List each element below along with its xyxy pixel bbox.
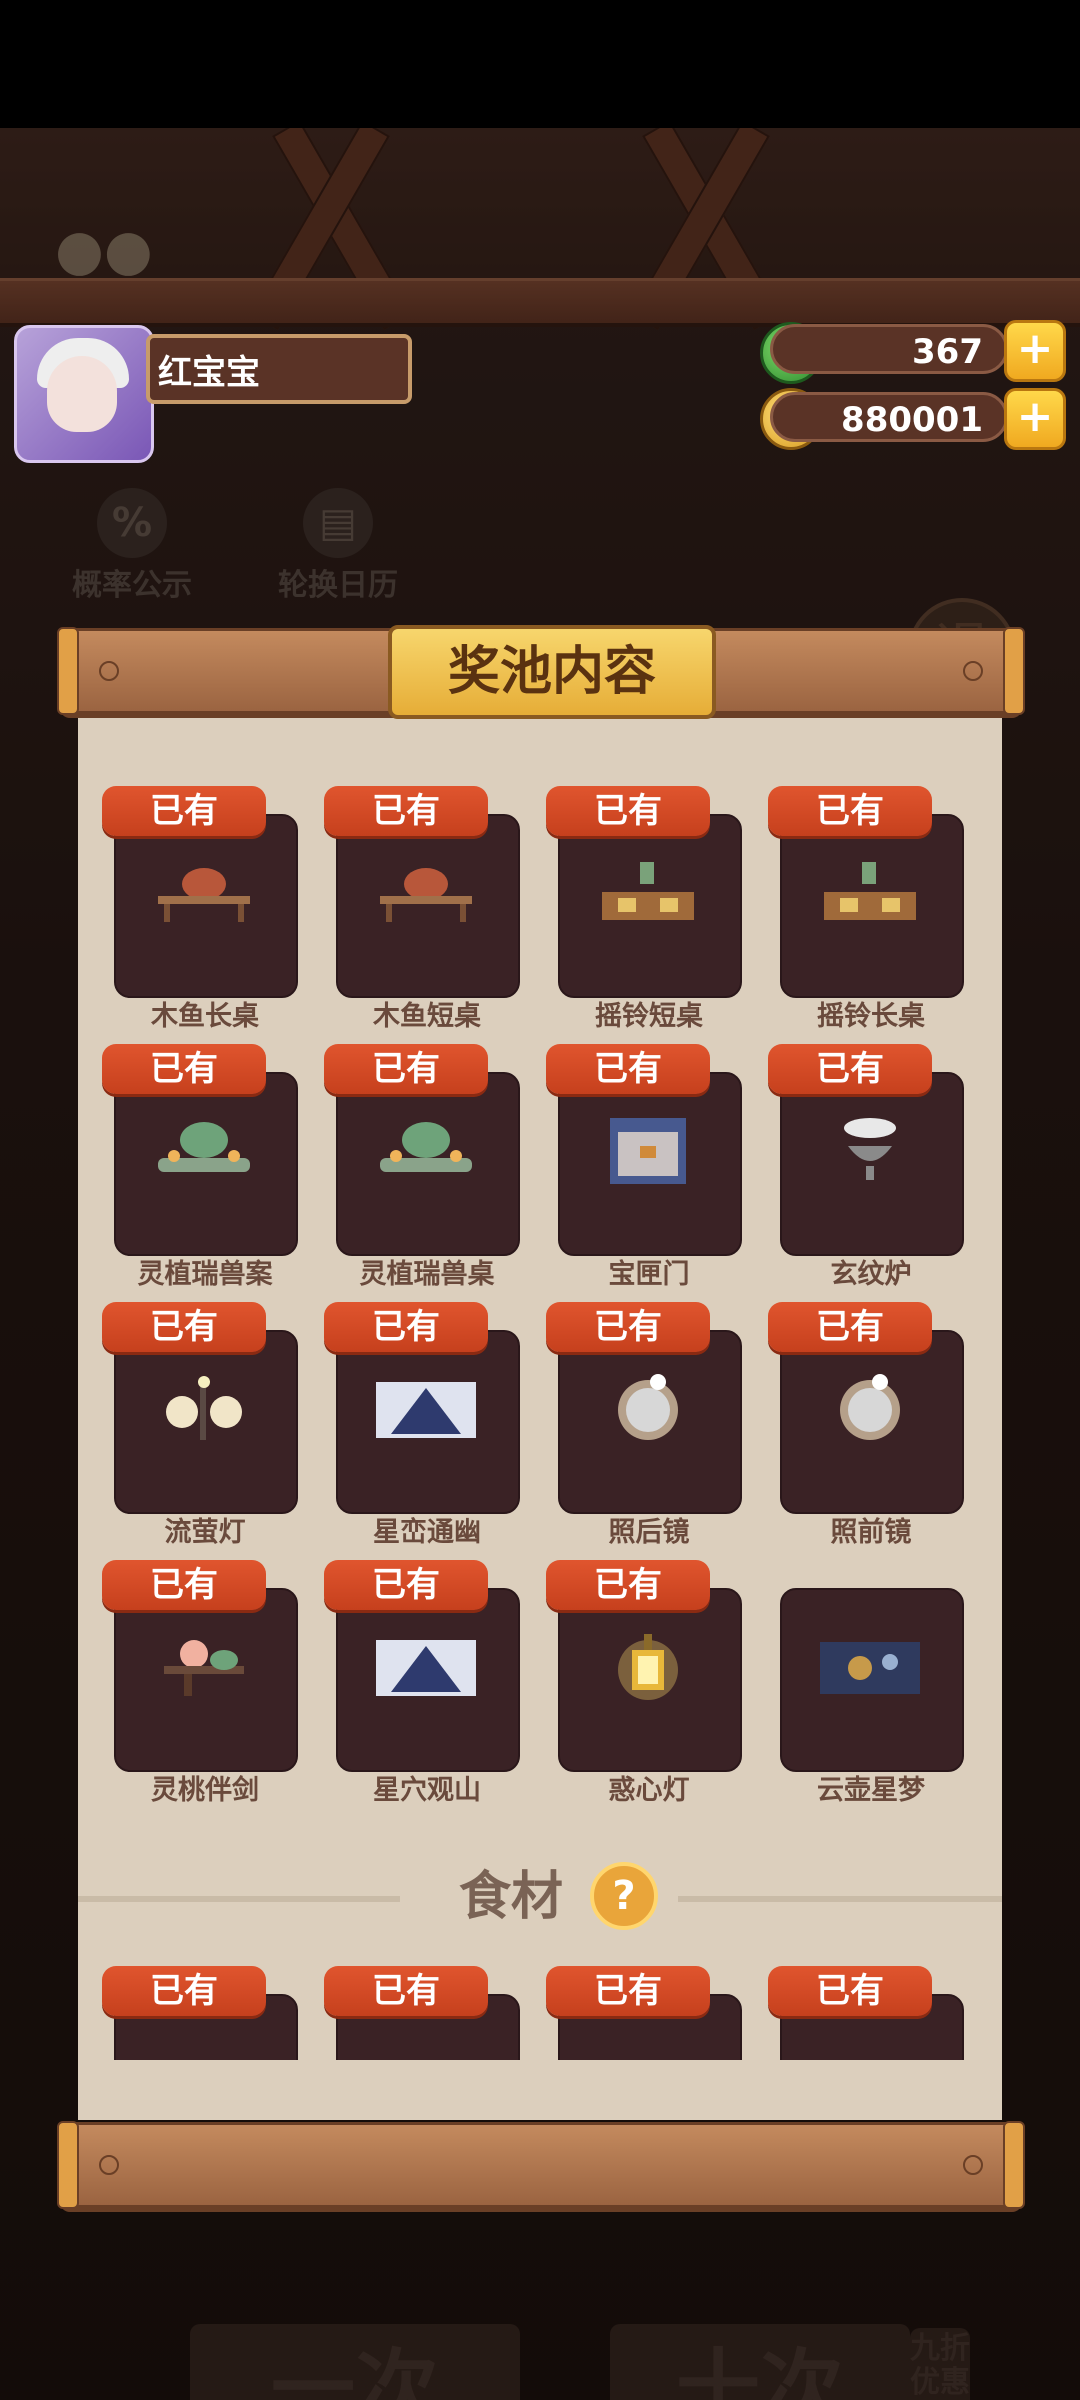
mountain-painting-icon bbox=[376, 1632, 476, 1702]
owned-badge: 已有 bbox=[102, 1966, 266, 2016]
cloud-painting-icon bbox=[820, 1632, 920, 1702]
rod-cap bbox=[1003, 2121, 1025, 2209]
player-name: 红宝宝 bbox=[146, 334, 412, 404]
ingredient-item[interactable]: 已有 bbox=[324, 1960, 520, 2060]
prize-name: 木鱼长桌 bbox=[151, 1001, 259, 1032]
prize-name: 惑心灯 bbox=[608, 1775, 690, 1806]
owned-badge: 已有 bbox=[324, 786, 488, 836]
spirit-beast-table-icon bbox=[154, 1116, 254, 1186]
owned-badge: 已有 bbox=[102, 1560, 266, 1610]
bell-table-icon bbox=[598, 858, 698, 928]
jade-amount: 367 bbox=[770, 324, 1008, 374]
prize-name: 宝匣门 bbox=[608, 1259, 690, 1290]
owned-badge: 已有 bbox=[546, 1302, 710, 1352]
owned-badge: 已有 bbox=[546, 1044, 710, 1094]
prize-name: 灵桃伴剑 bbox=[151, 1775, 259, 1806]
mountain-painting-icon bbox=[376, 1374, 476, 1444]
help-icon[interactable]: ? bbox=[590, 1862, 658, 1930]
rod-nail bbox=[99, 2155, 119, 2175]
peach-sword-icon bbox=[154, 1632, 254, 1702]
player-avatar[interactable] bbox=[14, 325, 154, 463]
rod-cap bbox=[57, 2121, 79, 2209]
prize-name: 灵植瑞兽案 bbox=[137, 1259, 273, 1290]
incense-burner-icon bbox=[820, 1116, 920, 1186]
prize-item[interactable]: 已有照前镜 bbox=[768, 1296, 964, 1548]
ingredient-item[interactable]: 已有 bbox=[768, 1960, 964, 2060]
owned-badge: 已有 bbox=[324, 1302, 488, 1352]
prize-item[interactable]: 已有灵植瑞兽桌 bbox=[324, 1038, 520, 1290]
panel-title: 奖池内容 bbox=[388, 625, 716, 719]
gold-amount: 880001 bbox=[770, 392, 1008, 442]
prize-item[interactable]: 云壶星梦 bbox=[780, 1554, 964, 1806]
owned-badge: 已有 bbox=[768, 1966, 932, 2016]
ingredient-item[interactable]: 已有 bbox=[546, 1960, 742, 2060]
prize-item[interactable]: 已有摇铃长桌 bbox=[768, 780, 964, 1032]
add-gold-button[interactable]: + bbox=[1004, 388, 1066, 450]
owned-badge: 已有 bbox=[324, 1966, 488, 2016]
divider-line bbox=[78, 1896, 400, 1902]
prize-item[interactable]: 已有灵植瑞兽案 bbox=[102, 1038, 298, 1290]
rod-nail bbox=[963, 2155, 983, 2175]
ingredient-item[interactable]: 已有 bbox=[102, 1960, 298, 2060]
mirror-icon bbox=[820, 1374, 920, 1444]
prize-name: 照前镜 bbox=[830, 1517, 912, 1548]
prize-name: 流萤灯 bbox=[164, 1517, 246, 1548]
spirit-beast-table-icon bbox=[376, 1116, 476, 1186]
avatar-face bbox=[47, 356, 117, 432]
prize-name: 玄纹炉 bbox=[830, 1259, 912, 1290]
prize-item[interactable]: 已有星峦通幽 bbox=[324, 1296, 520, 1548]
owned-badge: 已有 bbox=[546, 786, 710, 836]
prize-name: 星穴观山 bbox=[373, 1775, 481, 1806]
owned-badge: 已有 bbox=[768, 1044, 932, 1094]
add-jade-button[interactable]: + bbox=[1004, 320, 1066, 382]
ingredients-row: 已有 已有 已有 已有 bbox=[78, 1960, 1002, 2060]
wooden-fish-table-icon bbox=[376, 858, 476, 928]
prize-name: 摇铃短桌 bbox=[595, 1001, 703, 1032]
mirror-icon bbox=[598, 1374, 698, 1444]
prize-item[interactable]: 已有灵桃伴剑 bbox=[102, 1554, 298, 1806]
rod-nail bbox=[99, 661, 119, 681]
prize-name: 照后镜 bbox=[608, 1517, 690, 1548]
rod-nail bbox=[963, 661, 983, 681]
divider-line bbox=[678, 1896, 1002, 1902]
owned-badge: 已有 bbox=[324, 1044, 488, 1094]
ingredients-section-header: 食材 ? bbox=[78, 1862, 1002, 1932]
ingredients-title: 食材 bbox=[458, 1867, 563, 1927]
owned-badge: 已有 bbox=[102, 786, 266, 836]
rod-cap bbox=[1003, 627, 1025, 715]
prize-item[interactable]: 已有流萤灯 bbox=[102, 1296, 298, 1548]
prize-item[interactable]: 已有摇铃短桌 bbox=[546, 780, 742, 1032]
scroll-bottom-rod bbox=[57, 2121, 1025, 2209]
wooden-fish-table-icon bbox=[154, 858, 254, 928]
golden-lantern-icon bbox=[598, 1632, 698, 1702]
owned-badge: 已有 bbox=[768, 786, 932, 836]
prize-name: 星峦通幽 bbox=[373, 1517, 481, 1548]
prize-name: 摇铃长桌 bbox=[817, 1001, 925, 1032]
bell-table-icon bbox=[820, 858, 920, 928]
rod-cap bbox=[57, 627, 79, 715]
owned-badge: 已有 bbox=[102, 1302, 266, 1352]
owned-badge: 已有 bbox=[102, 1044, 266, 1094]
prize-name: 木鱼短桌 bbox=[373, 1001, 481, 1032]
prize-item[interactable]: 已有宝匣门 bbox=[546, 1038, 742, 1290]
prize-item[interactable]: 已有照后镜 bbox=[546, 1296, 742, 1548]
treasure-door-icon bbox=[598, 1116, 698, 1186]
owned-badge: 已有 bbox=[768, 1302, 932, 1352]
prize-name: 灵植瑞兽桌 bbox=[359, 1259, 495, 1290]
prize-item[interactable]: 已有玄纹炉 bbox=[768, 1038, 964, 1290]
owned-badge: 已有 bbox=[324, 1560, 488, 1610]
prize-item[interactable]: 已有惑心灯 bbox=[546, 1554, 742, 1806]
prize-name: 云壶星梦 bbox=[817, 1775, 925, 1806]
owned-badge: 已有 bbox=[546, 1560, 710, 1610]
owned-badge: 已有 bbox=[546, 1966, 710, 2016]
prize-item[interactable]: 已有星穴观山 bbox=[324, 1554, 520, 1806]
lantern-icon bbox=[154, 1374, 254, 1444]
prize-item[interactable]: 已有木鱼短桌 bbox=[324, 780, 520, 1032]
prize-item[interactable]: 已有木鱼长桌 bbox=[102, 780, 298, 1032]
